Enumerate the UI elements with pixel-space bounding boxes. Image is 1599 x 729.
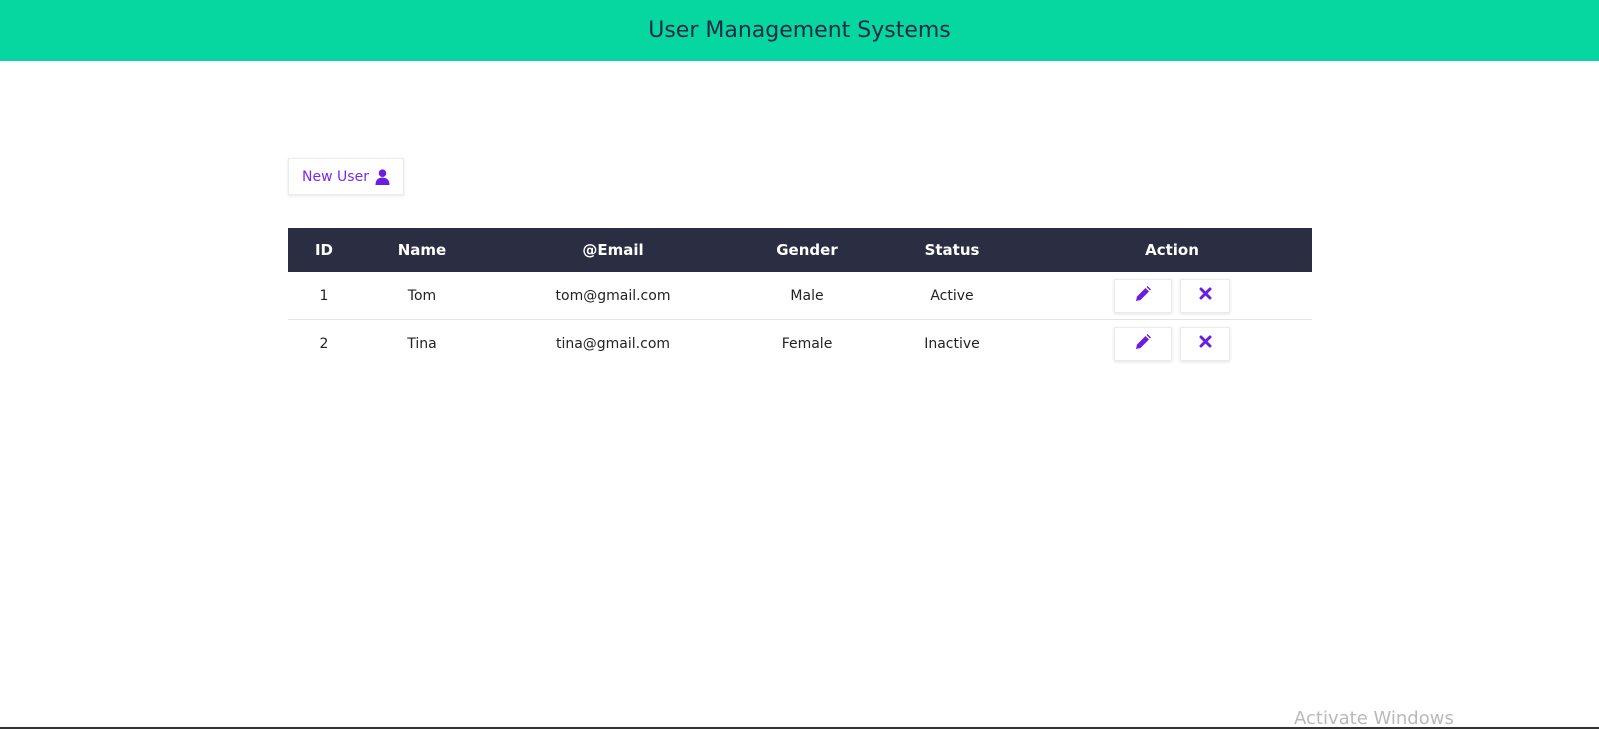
cell-actions xyxy=(1032,272,1312,320)
close-icon xyxy=(1199,335,1212,352)
close-icon xyxy=(1199,287,1212,304)
column-header-email: @Email xyxy=(484,228,742,272)
new-user-button[interactable]: New User xyxy=(288,158,404,195)
cell-email: tom@gmail.com xyxy=(484,272,742,320)
windows-activation-watermark: Activate Windows xyxy=(1294,708,1454,729)
new-user-label: New User xyxy=(302,168,369,185)
cell-id: 2 xyxy=(319,335,329,352)
edit-button[interactable] xyxy=(1114,326,1172,361)
cell-name: Tom xyxy=(360,272,484,320)
column-header-status: Status xyxy=(872,228,1032,272)
cell-gender: Male xyxy=(742,272,872,320)
users-table: ID Name @Email Gender Status Action 1 To… xyxy=(288,228,1312,367)
table-row: 2 Tina tina@gmail.com Female Inactive xyxy=(288,320,1312,368)
delete-button[interactable] xyxy=(1180,278,1230,313)
cell-name: Tina xyxy=(407,335,437,352)
column-header-action: Action xyxy=(1032,228,1312,272)
pencil-icon xyxy=(1135,333,1151,354)
cell-status: Active xyxy=(872,272,1032,320)
delete-button[interactable] xyxy=(1180,326,1230,361)
cell-id: 1 xyxy=(288,272,360,320)
edit-button[interactable] xyxy=(1114,278,1172,313)
pencil-icon xyxy=(1135,285,1151,306)
user-icon xyxy=(375,168,390,185)
table-row: 1 Tom tom@gmail.com Male Active xyxy=(288,272,1312,320)
table-header-row: ID Name @Email Gender Status Action xyxy=(288,228,1312,272)
column-header-name: Name xyxy=(360,228,484,272)
page-title: User Management Systems xyxy=(648,18,951,43)
cell-status: Inactive xyxy=(924,335,980,352)
app-header: User Management Systems xyxy=(0,0,1599,61)
column-header-gender: Gender xyxy=(742,228,872,272)
cell-email: tina@gmail.com xyxy=(555,335,671,352)
column-header-id: ID xyxy=(288,228,360,272)
cell-gender: Female xyxy=(781,335,833,352)
cell-actions xyxy=(1032,320,1312,368)
